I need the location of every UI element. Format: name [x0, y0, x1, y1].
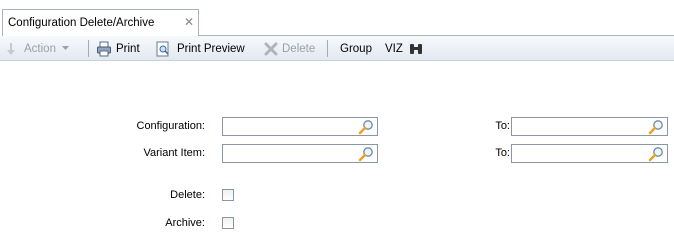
archive-checkbox[interactable]	[222, 217, 234, 229]
action-label: Action	[24, 42, 56, 55]
configuration-to-input[interactable]	[512, 118, 667, 135]
search-icon[interactable]	[358, 146, 374, 162]
configuration-from-field[interactable]	[222, 117, 378, 136]
toolbar: Action Print Print Preview Delete Group …	[0, 36, 674, 61]
variant-item-to-label: To:	[495, 147, 510, 159]
toolbar-separator	[327, 40, 328, 57]
group-label: Group	[340, 42, 372, 55]
configuration-from-input[interactable]	[223, 118, 377, 135]
chevron-down-icon	[61, 46, 69, 50]
print-preview-icon	[156, 41, 169, 56]
configuration-to-field[interactable]	[511, 117, 668, 136]
configuration-label: Configuration:	[136, 120, 206, 132]
variant-item-label: Variant Item:	[143, 147, 205, 159]
close-icon[interactable]: ✕	[184, 15, 194, 29]
print-preview-label: Print Preview	[177, 42, 245, 55]
variant-item-to-field[interactable]	[511, 144, 668, 163]
configuration-to-label: To:	[495, 120, 510, 132]
variant-item-from-field[interactable]	[222, 144, 378, 163]
print-button[interactable]: Print	[96, 36, 140, 61]
print-preview-button[interactable]: Print Preview	[155, 36, 245, 61]
delete-checkbox[interactable]	[222, 189, 234, 201]
search-icon[interactable]	[648, 146, 664, 162]
tab-configuration-delete-archive[interactable]: Configuration Delete/Archive ✕	[2, 9, 199, 36]
variant-item-from-input[interactable]	[223, 145, 377, 162]
action-icon	[7, 42, 15, 55]
toolbar-separator	[88, 40, 89, 57]
printer-icon	[97, 41, 111, 56]
action-dropdown[interactable]: Action	[6, 36, 69, 61]
delete-button[interactable]: Delete	[264, 36, 315, 61]
print-label: Print	[116, 42, 140, 55]
delete-label: Delete	[282, 42, 316, 55]
viz-button[interactable]: VIZ	[385, 36, 423, 61]
search-icon[interactable]	[648, 119, 664, 135]
binoculars-icon	[409, 43, 422, 54]
group-button[interactable]: Group	[340, 36, 372, 61]
tab-strip: Configuration Delete/Archive ✕	[0, 0, 674, 36]
archive-checkbox-label: Archive:	[165, 217, 205, 229]
viz-label: VIZ	[385, 42, 403, 55]
search-icon[interactable]	[358, 119, 374, 135]
delete-icon	[264, 42, 278, 55]
delete-checkbox-label: Delete:	[170, 189, 205, 201]
variant-item-to-input[interactable]	[512, 145, 667, 162]
tab-title: Configuration Delete/Archive	[8, 17, 155, 29]
